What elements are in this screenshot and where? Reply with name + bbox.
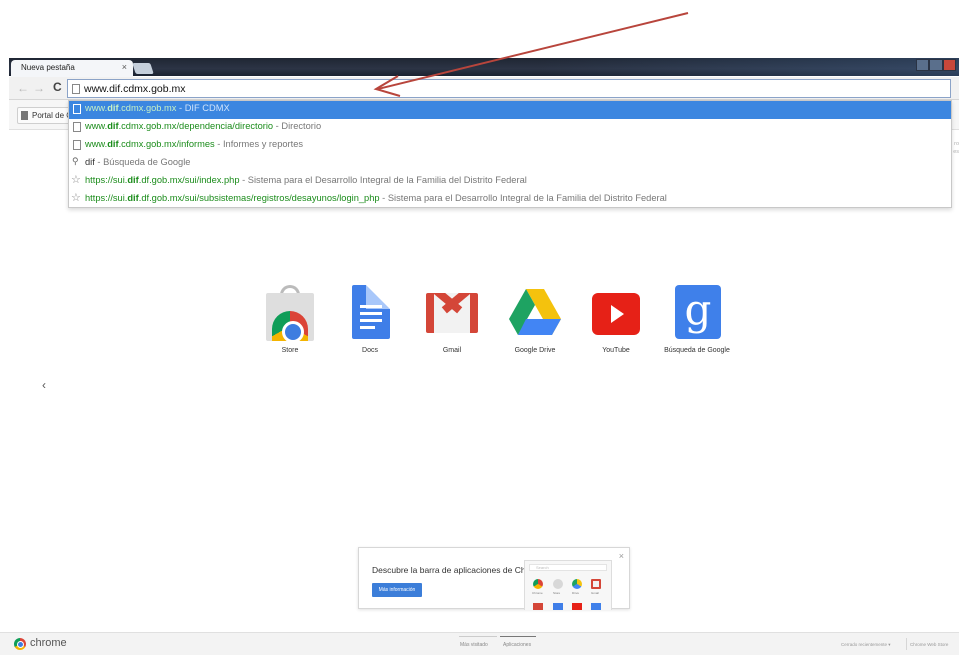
suggestion-url: www.dif.cdmx.gob.mx/dependencia/director… (85, 121, 274, 131)
preview-app-icon (533, 603, 543, 610)
drive-icon (505, 285, 565, 341)
star-icon: ☆ (71, 192, 81, 204)
google-search-icon: g (667, 285, 727, 341)
faint-line-1: ro (954, 141, 959, 147)
preview-chrome-icon (533, 579, 543, 589)
suggestion-row[interactable]: www.dif.cdmx.gob.mx/informes - Informes … (69, 137, 951, 155)
address-bar[interactable]: www.dif.cdmx.gob.mx (67, 79, 951, 98)
app-youtube[interactable]: YouTube (576, 285, 656, 354)
preview-store-icon (553, 579, 563, 589)
divider (906, 638, 907, 650)
suggestion-url: www.dif.cdmx.gob.mx (85, 103, 177, 113)
suggestion-desc: - Directorio (273, 121, 322, 131)
preview-app-icon (553, 603, 563, 610)
screenshot: Nueva pestaña × ← → C www.dif.cdmx.gob.m… (0, 0, 959, 655)
omnibox-suggestions: www.dif.cdmx.gob.mx - DIF CDMX www.dif.c… (68, 100, 952, 208)
preview-label: Gmail (591, 591, 599, 595)
chrome-logo-icon (14, 638, 26, 650)
suggestion-url: https://sui.dif.df.gob.mx/sui/subsistema… (85, 193, 380, 203)
bookmark-icon (21, 111, 28, 120)
preview-search-input: Search (529, 564, 607, 571)
app-store[interactable]: Store (250, 285, 330, 354)
preview-drive-icon (572, 579, 582, 589)
titlebar-glow (539, 58, 959, 76)
forward-arrow-icon[interactable]: → (33, 81, 45, 95)
app-label: Store (281, 347, 299, 354)
suggestion-row[interactable]: www.dif.cdmx.gob.mx - DIF CDMX (69, 101, 951, 119)
window-controls (916, 59, 956, 73)
page-icon (73, 104, 81, 114)
suggestion-row[interactable]: ⚲ dif - Búsqueda de Google (69, 155, 951, 173)
docs-icon (340, 285, 400, 341)
nav-indicator (459, 636, 497, 637)
app-docs[interactable]: Docs (330, 285, 410, 354)
app-label: Google Drive (514, 347, 556, 354)
app-busqueda-de-google[interactable]: g Búsqueda de Google (652, 285, 742, 354)
web-store-link[interactable]: Chrome Web Store (910, 642, 948, 647)
suggestion-url: https://sui.dif.df.gob.mx/sui/index.php (85, 175, 240, 185)
store-icon (260, 285, 320, 341)
app-label: Docs (362, 347, 378, 354)
suggestion-url: www.dif.cdmx.gob.mx/informes (85, 139, 215, 149)
minimize-icon[interactable] (916, 59, 930, 71)
tab-close-icon[interactable]: × (122, 62, 127, 72)
tab-title: Nueva pestaña (21, 63, 75, 72)
page-icon (72, 84, 80, 94)
promo-close-icon[interactable]: × (619, 551, 624, 561)
window-close-icon[interactable] (942, 59, 956, 71)
suggestion-desc: - DIF CDMX (176, 103, 230, 113)
ntp-bottom-bar: chrome Más visitado Aplicaciones Cerrado… (0, 632, 959, 655)
apps-launcher-promo: × Descubre la barra de aplicaciones de C… (358, 547, 630, 610)
promo-text: Descubre la barra de aplicaciones de Chr… (372, 565, 545, 575)
suggestion-desc: - Sistema para el Desarrollo Integral de… (379, 193, 667, 203)
nav-indicator-active (500, 636, 536, 637)
prev-page-arrow[interactable]: ‹ (42, 378, 46, 392)
youtube-icon (586, 285, 646, 341)
faint-side-text: ro es (953, 140, 959, 156)
suggestion-desc: - Informes y reportes (214, 139, 304, 149)
app-label: Búsqueda de Google (664, 347, 730, 354)
suggestion-query: dif (85, 157, 95, 167)
star-icon: ☆ (71, 174, 81, 186)
preview-app-icon (572, 603, 582, 610)
app-google-drive[interactable]: Google Drive (495, 285, 575, 354)
page-icon (73, 122, 81, 132)
suggestion-row[interactable]: ☆ https://sui.dif.df.gob.mx/sui/index.ph… (69, 173, 951, 191)
page-icon (73, 140, 81, 150)
gmail-icon (422, 285, 482, 341)
preview-label: Store (553, 591, 561, 595)
new-tab-button[interactable] (132, 63, 154, 74)
most-visited-link[interactable]: Más visitado (460, 642, 488, 648)
faint-line-2: es (953, 149, 959, 155)
recently-closed-menu[interactable]: Cerrado recientemente ▾ (841, 642, 891, 648)
preview-label: Drive (572, 591, 580, 595)
address-bar-value: www.dif.cdmx.gob.mx (84, 83, 186, 95)
suggestion-row[interactable]: ☆ https://sui.dif.df.gob.mx/sui/subsiste… (69, 191, 951, 209)
preview-app-icon (591, 603, 601, 610)
app-gmail[interactable]: Gmail (412, 285, 492, 354)
apps-link[interactable]: Aplicaciones (503, 642, 531, 648)
preview-label: Chrome (532, 591, 543, 595)
app-label: Gmail (442, 347, 462, 354)
preview-gmail-icon (591, 579, 601, 589)
suggestion-desc: - Búsqueda de Google (94, 157, 191, 167)
suggestion-row[interactable]: www.dif.cdmx.gob.mx/dependencia/director… (69, 119, 951, 137)
suggestion-desc: - Sistema para el Desarrollo Integral de… (239, 175, 527, 185)
chrome-logo-text: chrome (30, 637, 67, 649)
app-launcher-preview: Search Chrome Store Drive Gmail (524, 560, 612, 610)
bookmark-label: Portal de O (32, 111, 73, 120)
reload-icon[interactable]: C (53, 80, 62, 94)
app-label: YouTube (602, 347, 630, 354)
maximize-icon[interactable] (929, 59, 943, 71)
search-icon: ⚲ (72, 156, 79, 166)
more-info-button[interactable]: Más información (372, 583, 422, 597)
back-arrow-icon[interactable]: ← (17, 81, 29, 95)
tab-nueva-pestana[interactable]: Nueva pestaña × (11, 60, 133, 77)
